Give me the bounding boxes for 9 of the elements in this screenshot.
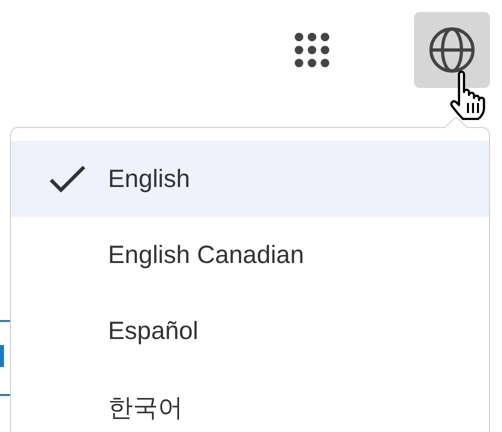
checkmark-icon bbox=[49, 165, 87, 193]
language-option[interactable]: Español bbox=[11, 293, 489, 369]
apps-grid-icon[interactable] bbox=[293, 31, 331, 69]
language-option[interactable]: English Canadian bbox=[11, 217, 489, 293]
language-option[interactable]: 한국어 bbox=[11, 369, 489, 432]
globe-icon bbox=[429, 27, 475, 73]
accent-bar bbox=[0, 345, 4, 367]
language-option[interactable]: English bbox=[11, 141, 489, 217]
language-button[interactable] bbox=[414, 12, 490, 88]
